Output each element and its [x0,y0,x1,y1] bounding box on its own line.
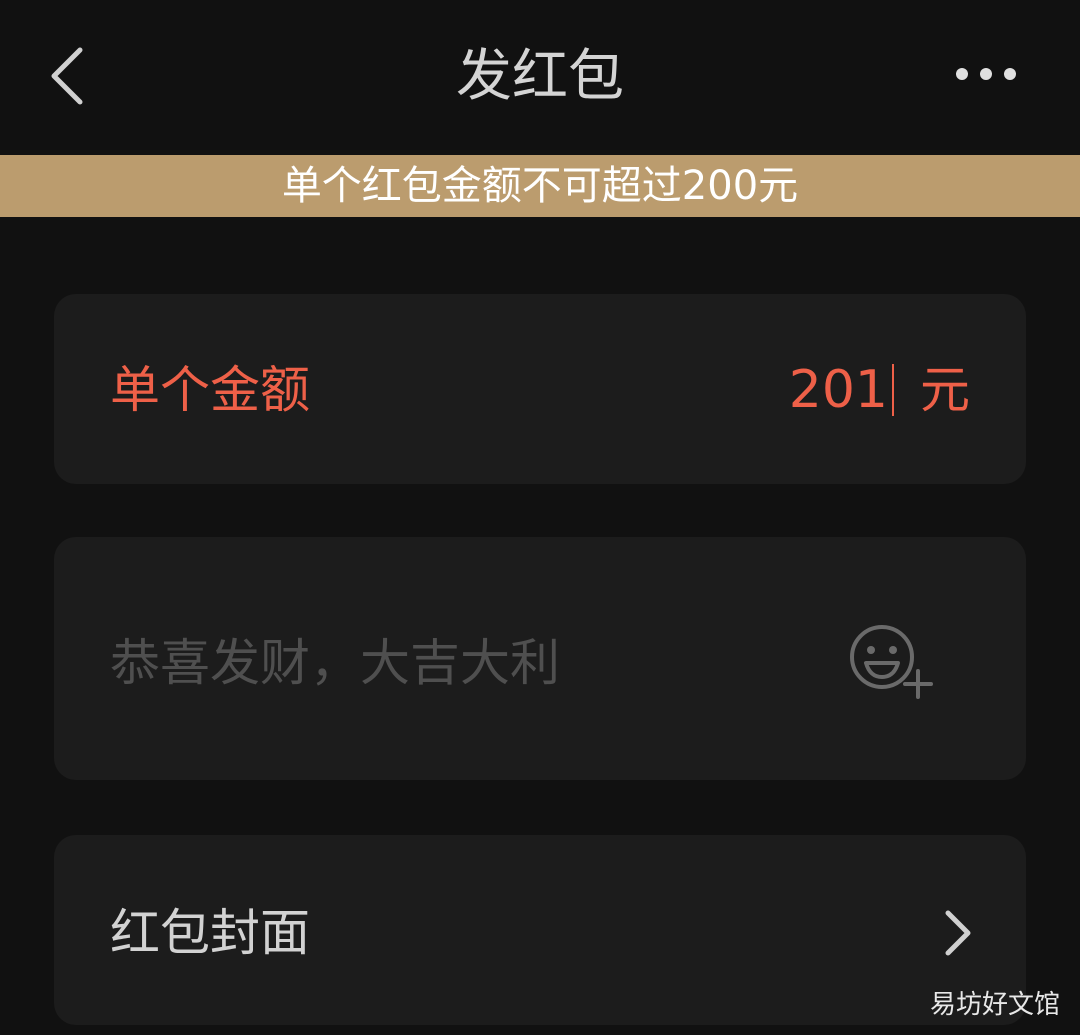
message-card[interactable]: 恭喜发财，大吉大利 [54,537,1026,780]
navigation-bar: 发红包 [0,0,1080,155]
red-packet-cover-row[interactable]: 红包封面 [54,835,1026,1025]
cover-label: 红包封面 [110,904,310,962]
page-title: 发红包 [456,44,624,109]
emoji-button[interactable] [848,621,948,701]
more-button[interactable] [946,48,1026,100]
more-horizontal-icon [956,68,1016,80]
blessing-message-input[interactable]: 恭喜发财，大吉大利 [110,629,560,697]
send-red-packet-screen: 发红包 单个红包金额不可超过200元 单个金额 201 元 恭喜发财，大吉大利 [0,0,1080,1035]
amount-field[interactable]: 201 元 [789,356,970,424]
chevron-right-icon [945,910,971,956]
text-caret [892,364,894,416]
emoji-add-icon [850,625,933,699]
watermark-text: 易坊好文馆 [929,990,1060,1020]
amount-card[interactable]: 单个金额 201 元 [54,294,1026,484]
amount-input[interactable]: 201 [789,356,888,424]
amount-limit-notice: 单个红包金额不可超过200元 [0,155,1080,217]
cover-chevron [934,907,982,959]
amount-label: 单个金额 [110,361,310,419]
amount-unit: 元 [920,361,970,419]
